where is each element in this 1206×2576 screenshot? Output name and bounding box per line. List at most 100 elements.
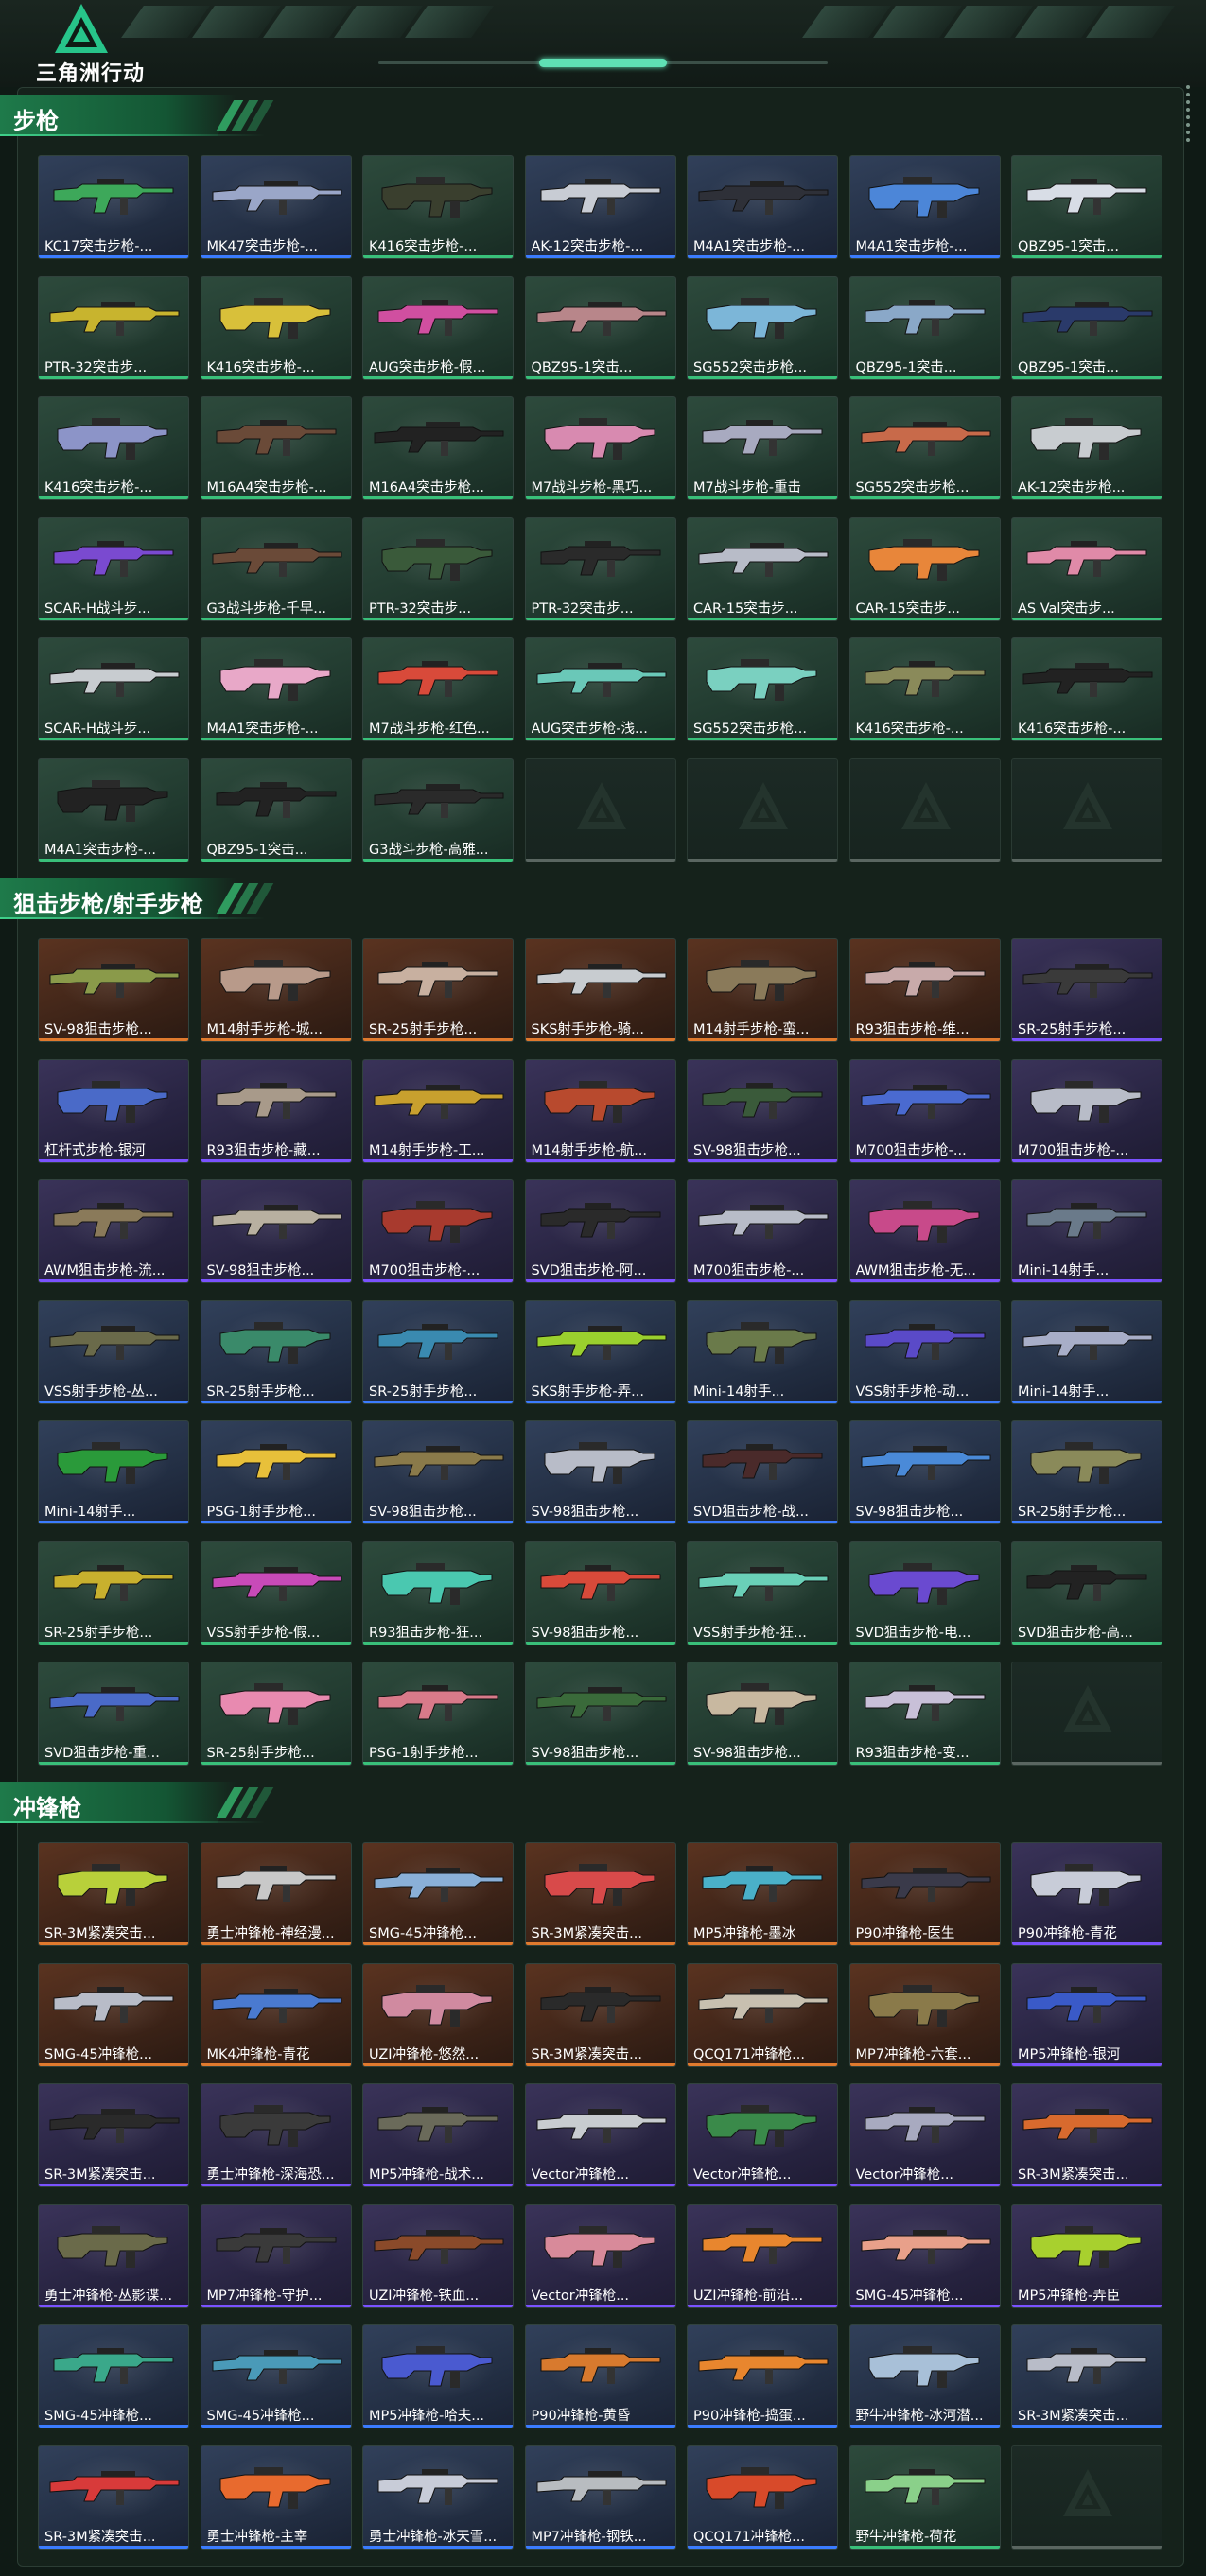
weapon-card[interactable]: P90冲锋枪-捣蛋... bbox=[687, 2324, 838, 2428]
weapon-card[interactable]: MK4冲锋枪-青花 bbox=[200, 1962, 352, 2067]
weapon-card[interactable]: SR-3M紧凑突击... bbox=[524, 1962, 676, 2067]
weapon-card[interactable]: SR-25射手步枪... bbox=[362, 938, 514, 1042]
weapon-card[interactable]: SR-25射手步枪... bbox=[38, 1540, 189, 1645]
weapon-card[interactable]: M7战斗步枪-红色... bbox=[362, 637, 514, 741]
weapon-card[interactable]: SV-98狙击步枪... bbox=[848, 1420, 1001, 1524]
weapon-card[interactable]: P90冲锋枪-黄昏 bbox=[524, 2324, 676, 2428]
weapon-card[interactable]: PTR-32突击步... bbox=[38, 275, 189, 380]
weapon-card[interactable]: Mini-14射手... bbox=[1011, 1179, 1162, 1283]
weapon-card[interactable]: 勇士冲锋枪-神经漫... bbox=[200, 1842, 352, 1946]
weapon-card[interactable]: AK-12突击步枪-... bbox=[524, 155, 676, 259]
weapon-card[interactable]: SG552突击步枪... bbox=[848, 396, 1001, 500]
weapon-card[interactable]: VSS射手步枪-丛... bbox=[38, 1299, 189, 1404]
weapon-card[interactable]: M4A1突击步枪-... bbox=[687, 155, 838, 259]
weapon-card[interactable]: PTR-32突击步... bbox=[362, 516, 514, 621]
weapon-card[interactable]: SR-25射手步枪... bbox=[362, 1299, 514, 1404]
weapon-card[interactable]: SVD狙击步枪-电... bbox=[848, 1540, 1001, 1645]
weapon-card[interactable]: AWM狙击步枪-无... bbox=[848, 1179, 1001, 1283]
weapon-card[interactable]: Vector冲锋枪... bbox=[524, 2083, 676, 2187]
weapon-card[interactable]: UZI冲锋枪-铁血... bbox=[362, 2203, 514, 2308]
weapon-card[interactable]: SVD狙击步枪-战... bbox=[687, 1420, 838, 1524]
weapon-card[interactable]: SCAR-H战斗步... bbox=[38, 516, 189, 621]
weapon-card[interactable]: Vector冲锋枪... bbox=[524, 2203, 676, 2308]
weapon-card[interactable]: QBZ95-1突击... bbox=[848, 275, 1001, 380]
weapon-card[interactable]: AK-12突击步枪... bbox=[1011, 396, 1162, 500]
weapon-card[interactable]: SMG-45冲锋枪... bbox=[848, 2203, 1001, 2308]
weapon-card[interactable]: SV-98狙击步枪... bbox=[38, 938, 189, 1042]
weapon-card[interactable]: M700狙击步枪-... bbox=[848, 1058, 1001, 1163]
weapon-card[interactable]: SMG-45冲锋枪... bbox=[38, 1962, 189, 2067]
weapon-card[interactable]: SR-25射手步枪... bbox=[1011, 1420, 1162, 1524]
weapon-card[interactable]: P90冲锋枪-青花 bbox=[1011, 1842, 1162, 1946]
weapon-card[interactable]: 勇士冲锋枪-冰天雪... bbox=[362, 2445, 514, 2550]
weapon-card[interactable]: SCAR-H战斗步... bbox=[38, 637, 189, 741]
weapon-card[interactable]: MP7冲锋枪-守护... bbox=[200, 2203, 352, 2308]
weapon-card[interactable]: MP5冲锋枪-哈夫... bbox=[362, 2324, 514, 2428]
weapon-card[interactable]: SR-3M紧凑突击... bbox=[1011, 2083, 1162, 2187]
weapon-card[interactable]: M4A1突击步枪-... bbox=[848, 155, 1001, 259]
weapon-card[interactable]: SR-3M紧凑突击... bbox=[38, 2083, 189, 2187]
weapon-card[interactable]: SV-98狙击步枪... bbox=[687, 1662, 838, 1766]
weapon-card[interactable]: M4A1突击步枪-... bbox=[200, 637, 352, 741]
weapon-card[interactable]: CAR-15突击步... bbox=[687, 516, 838, 621]
weapon-card[interactable]: KC17突击步枪-... bbox=[38, 155, 189, 259]
weapon-card[interactable]: UZI冲锋枪-悠然... bbox=[362, 1962, 514, 2067]
weapon-card[interactable]: 勇士冲锋枪-主宰 bbox=[200, 2445, 352, 2550]
weapon-card[interactable]: AUG突击步枪-假... bbox=[362, 275, 514, 380]
weapon-card[interactable]: QCQ171冲锋枪... bbox=[687, 2445, 838, 2550]
weapon-card[interactable]: SV-98狙击步枪... bbox=[362, 1420, 514, 1524]
weapon-card[interactable]: PSG-1射手步枪... bbox=[200, 1420, 352, 1524]
weapon-card[interactable]: P90冲锋枪-医生 bbox=[848, 1842, 1001, 1946]
weapon-card[interactable]: QCQ171冲锋枪... bbox=[687, 1962, 838, 2067]
scrollbar-handle[interactable] bbox=[1184, 85, 1192, 151]
weapon-card[interactable]: R93狙击步枪-狂... bbox=[362, 1540, 514, 1645]
weapon-card[interactable]: M14射手步枪-城... bbox=[200, 938, 352, 1042]
weapon-card[interactable]: SG552突击步枪... bbox=[687, 275, 838, 380]
weapon-card[interactable]: SV-98狙击步枪... bbox=[524, 1540, 676, 1645]
weapon-card[interactable]: PTR-32突击步... bbox=[524, 516, 676, 621]
weapon-card[interactable]: AUG突击步枪-浅... bbox=[524, 637, 676, 741]
weapon-card[interactable]: M16A4突击步枪... bbox=[362, 396, 514, 500]
weapon-card[interactable]: SMG-45冲锋枪... bbox=[200, 2324, 352, 2428]
weapon-card[interactable]: SMG-45冲锋枪... bbox=[38, 2324, 189, 2428]
weapon-card[interactable]: SR-25射手步枪... bbox=[200, 1299, 352, 1404]
weapon-card[interactable]: 野牛冲锋枪-冰河潜... bbox=[848, 2324, 1001, 2428]
weapon-card[interactable]: AS Val突击步... bbox=[1011, 516, 1162, 621]
weapon-card[interactable]: Mini-14射手... bbox=[38, 1420, 189, 1524]
weapon-card[interactable]: MK47突击步枪-... bbox=[200, 155, 352, 259]
weapon-card[interactable]: VSS射手步枪-动... bbox=[848, 1299, 1001, 1404]
weapon-card[interactable]: K416突击步枪-... bbox=[200, 275, 352, 380]
weapon-card[interactable]: M700狙击步枪-... bbox=[362, 1179, 514, 1283]
weapon-card[interactable]: PSG-1射手步枪... bbox=[362, 1662, 514, 1766]
weapon-card[interactable]: SVD狙击步枪-重... bbox=[38, 1662, 189, 1766]
weapon-card[interactable]: SV-98狙击步枪... bbox=[524, 1420, 676, 1524]
weapon-card[interactable]: M14射手步枪-蛮... bbox=[687, 938, 838, 1042]
weapon-card[interactable]: QBZ95-1突击... bbox=[1011, 155, 1162, 259]
weapon-card[interactable]: G3战斗步枪-高雅... bbox=[362, 757, 514, 862]
weapon-card[interactable]: 勇士冲锋枪-深海恐... bbox=[200, 2083, 352, 2187]
weapon-card[interactable]: 勇士冲锋枪-丛影谍... bbox=[38, 2203, 189, 2308]
weapon-card[interactable]: K416突击步枪-... bbox=[362, 155, 514, 259]
weapon-card[interactable]: M7战斗步枪-黑巧... bbox=[524, 396, 676, 500]
weapon-card[interactable]: QBZ95-1突击... bbox=[1011, 275, 1162, 380]
weapon-card[interactable]: K416突击步枪-... bbox=[38, 396, 189, 500]
weapon-card[interactable]: MP7冲锋枪-钢铁... bbox=[524, 2445, 676, 2550]
weapon-card[interactable]: 野牛冲锋枪-荷花 bbox=[848, 2445, 1001, 2550]
weapon-card[interactable]: SR-3M紧凑突击... bbox=[524, 1842, 676, 1946]
weapon-card[interactable]: SMG-45冲锋枪... bbox=[362, 1842, 514, 1946]
weapon-card[interactable]: SR-3M紧凑突击... bbox=[1011, 2324, 1162, 2428]
weapon-card[interactable]: Mini-14射手... bbox=[1011, 1299, 1162, 1404]
weapon-card[interactable]: R93狙击步枪-变... bbox=[848, 1662, 1001, 1766]
weapon-card[interactable]: CAR-15突击步... bbox=[848, 516, 1001, 621]
weapon-card[interactable]: M7战斗步枪-重击 bbox=[687, 396, 838, 500]
weapon-card[interactable]: SKS射手步枪-弄... bbox=[524, 1299, 676, 1404]
weapon-card[interactable]: QBZ95-1突击... bbox=[200, 757, 352, 862]
weapon-card[interactable]: G3战斗步枪-千早... bbox=[200, 516, 352, 621]
weapon-card[interactable]: K416突击步枪-... bbox=[848, 637, 1001, 741]
weapon-card[interactable]: SR-3M紧凑突击... bbox=[38, 2445, 189, 2550]
weapon-card[interactable]: MP7冲锋枪-六套... bbox=[848, 1962, 1001, 2067]
weapon-card[interactable]: SV-98狙击步枪... bbox=[524, 1662, 676, 1766]
weapon-card[interactable]: MP5冲锋枪-墨冰 bbox=[687, 1842, 838, 1946]
weapon-card[interactable]: Vector冲锋枪... bbox=[687, 2083, 838, 2187]
weapon-card[interactable]: M14射手步枪-工... bbox=[362, 1058, 514, 1163]
